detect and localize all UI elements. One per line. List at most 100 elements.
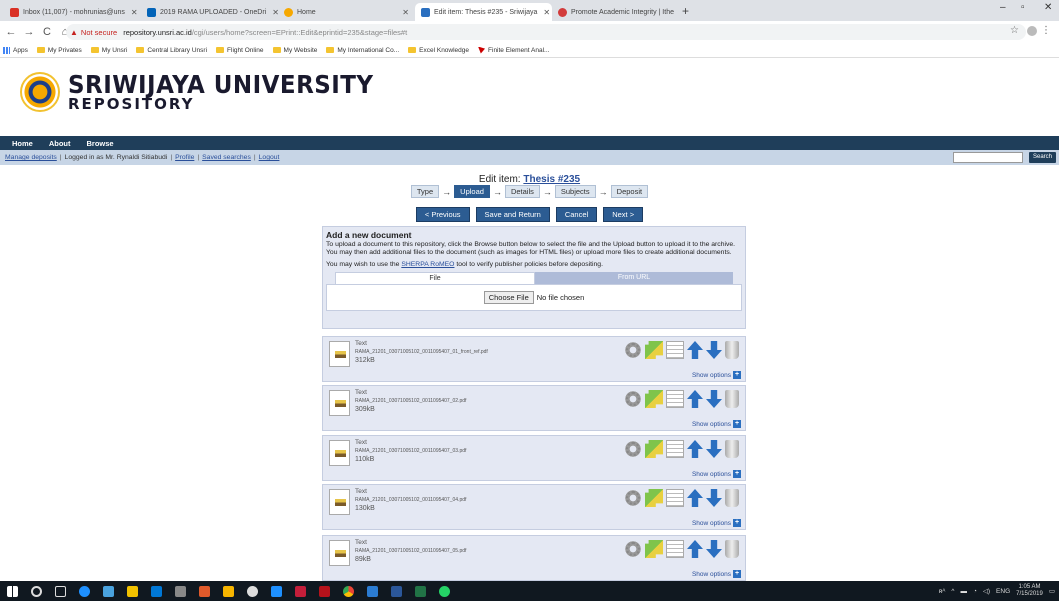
bookmark-my-website[interactable]: My Website	[272, 47, 317, 54]
clock[interactable]: 1:05 AM 7/15/2019	[1016, 584, 1043, 598]
app-icon[interactable]	[246, 585, 258, 597]
move-down-arrow-icon[interactable]	[706, 540, 722, 558]
bookmark-star-icon[interactable]: ☆	[1010, 25, 1019, 36]
saved-searches-link[interactable]: Saved searches	[202, 154, 251, 161]
show-options-link[interactable]: Show options +	[692, 420, 741, 428]
tab-ithenticate[interactable]: Promote Academic Integrity | Ithe ✕	[552, 3, 679, 21]
save-and-return-button[interactable]: Save and Return	[475, 207, 550, 222]
reload-icon[interactable]: C	[40, 26, 54, 38]
close-icon[interactable]: ✕	[125, 8, 138, 17]
word-icon[interactable]	[390, 585, 402, 597]
show-options-link[interactable]: Show options +	[692, 470, 741, 478]
whatsapp-icon[interactable]	[438, 585, 450, 597]
volume-icon[interactable]: ◁)	[983, 587, 990, 595]
document-thumbnail-icon[interactable]	[329, 440, 350, 466]
bookmark-flight-online[interactable]: Flight Online	[216, 47, 264, 54]
pdf-reader-icon[interactable]	[294, 585, 306, 597]
manage-deposits-link[interactable]: Manage deposits	[5, 154, 57, 161]
update-gear-icon[interactable]	[624, 440, 642, 458]
step-subjects[interactable]: Subjects	[554, 185, 596, 198]
menu-browse[interactable]: Browse	[87, 139, 114, 148]
logout-link[interactable]: Logout	[259, 154, 280, 161]
move-up-arrow-icon[interactable]	[687, 489, 703, 507]
update-gear-icon[interactable]	[624, 390, 642, 408]
update-gear-icon[interactable]	[624, 540, 642, 558]
show-options-link[interactable]: Show options +	[692, 519, 741, 527]
mail-icon[interactable]	[150, 585, 162, 597]
move-up-arrow-icon[interactable]	[687, 341, 703, 359]
show-options-link[interactable]: Show options +	[692, 371, 741, 379]
bookmark-my-international[interactable]: My International Co...	[326, 47, 399, 54]
next-button[interactable]: Next >	[603, 207, 644, 222]
move-files-icon[interactable]	[645, 341, 663, 359]
search-icon[interactable]	[30, 585, 42, 597]
choose-file-button[interactable]: Choose File	[483, 291, 534, 304]
close-icon[interactable]: ✕	[674, 8, 679, 17]
app-icon[interactable]	[270, 585, 282, 597]
view-document-icon[interactable]	[666, 440, 684, 458]
tab-edit-item[interactable]: Edit item: Thesis #235 - Sriwijaya ✕	[415, 3, 552, 21]
menu-icon[interactable]: ⋮	[1041, 25, 1051, 36]
move-up-arrow-icon[interactable]	[687, 540, 703, 558]
move-up-arrow-icon[interactable]	[687, 390, 703, 408]
delete-trash-icon[interactable]	[725, 390, 739, 408]
bookmark-excel-knowledge[interactable]: Excel Knowledge	[408, 47, 469, 54]
step-type[interactable]: Type	[410, 185, 440, 198]
document-thumbnail-icon[interactable]	[329, 341, 350, 367]
chrome-icon[interactable]	[342, 585, 354, 597]
move-files-icon[interactable]	[645, 540, 663, 558]
delete-trash-icon[interactable]	[725, 341, 739, 359]
window-close-icon[interactable]: ✕	[1044, 2, 1052, 13]
move-down-arrow-icon[interactable]	[706, 489, 722, 507]
back-icon[interactable]: ←	[4, 26, 18, 38]
show-options-link[interactable]: Show options +	[692, 570, 741, 578]
move-files-icon[interactable]	[645, 440, 663, 458]
close-icon[interactable]: ✕	[396, 8, 409, 17]
step-deposit[interactable]: Deposit	[610, 185, 649, 198]
search-input[interactable]	[953, 152, 1023, 163]
language-indicator[interactable]: ENG	[996, 588, 1010, 595]
network-icon[interactable]: ▬	[960, 588, 967, 595]
step-upload[interactable]: Upload	[454, 185, 490, 198]
tab-file[interactable]: File	[335, 272, 535, 284]
bookmark-central-library[interactable]: Central Library Unsri	[136, 47, 207, 54]
notification-icon[interactable]: ▭	[1049, 587, 1055, 595]
wifi-icon[interactable]: ◔	[973, 588, 977, 595]
document-thumbnail-icon[interactable]	[329, 390, 350, 416]
move-files-icon[interactable]	[645, 489, 663, 507]
bookmark-my-privates[interactable]: My Privates	[36, 47, 82, 54]
edge-browser-icon[interactable]	[78, 585, 90, 597]
excel-icon[interactable]	[414, 585, 426, 597]
step-details[interactable]: Details	[504, 185, 540, 198]
cancel-button[interactable]: Cancel	[555, 207, 598, 222]
update-gear-icon[interactable]	[624, 341, 642, 359]
document-thumbnail-icon[interactable]	[329, 489, 350, 515]
tab-gmail[interactable]: Inbox (11,007) - mohrunias@uns ✕	[4, 3, 141, 21]
tab-onedrive[interactable]: 2019 RAMA UPLOADED - OneDri ✕	[141, 3, 278, 21]
menu-about[interactable]: About	[49, 139, 71, 148]
move-files-icon[interactable]	[645, 390, 663, 408]
delete-trash-icon[interactable]	[725, 540, 739, 558]
view-document-icon[interactable]	[666, 540, 684, 558]
close-icon[interactable]: ✕	[537, 8, 550, 17]
bookmark-finite-element[interactable]: Finite Element Anal...	[478, 46, 549, 54]
new-tab-button[interactable]: +	[682, 3, 689, 19]
app-icon[interactable]	[222, 585, 234, 597]
account-avatar[interactable]	[1027, 26, 1037, 36]
chevron-up-icon[interactable]: ^	[951, 588, 954, 595]
delete-trash-icon[interactable]	[725, 489, 739, 507]
search-button[interactable]: Search	[1028, 152, 1056, 163]
forward-icon[interactable]: →	[22, 26, 36, 38]
app-icon[interactable]	[198, 585, 210, 597]
bookmark-my-unsri[interactable]: My Unsri	[90, 47, 127, 54]
view-document-icon[interactable]	[666, 489, 684, 507]
store-icon[interactable]	[126, 585, 138, 597]
move-up-arrow-icon[interactable]	[687, 440, 703, 458]
close-icon[interactable]: ✕	[266, 8, 278, 17]
task-view-icon[interactable]	[54, 585, 66, 597]
delete-trash-icon[interactable]	[725, 440, 739, 458]
tab-from-url[interactable]: From URL	[535, 272, 733, 284]
view-document-icon[interactable]	[666, 390, 684, 408]
item-link[interactable]: Thesis #235	[523, 174, 580, 185]
document-thumbnail-icon[interactable]	[329, 540, 350, 566]
